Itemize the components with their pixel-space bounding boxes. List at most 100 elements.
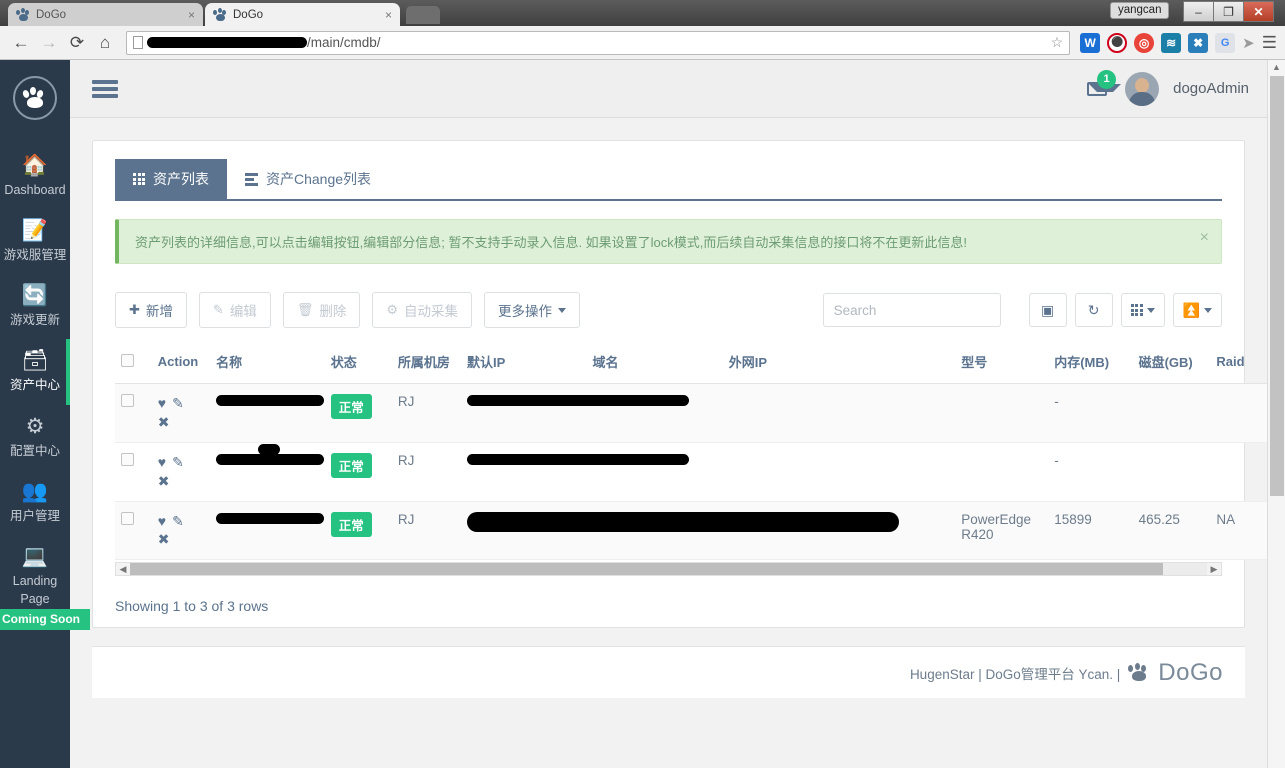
auto-collect-button[interactable]: ⚙ 自动采集	[372, 292, 472, 328]
button-label: 编辑	[229, 304, 257, 319]
delete-icon[interactable]: ✖	[158, 531, 170, 547]
window-user-label[interactable]: yangcan	[1110, 2, 1170, 19]
sidebar-item-config-center[interactable]: ⚙ 配置中心	[0, 405, 70, 470]
users-icon: 👥	[21, 479, 49, 503]
home-icon[interactable]: ⌂	[92, 30, 118, 56]
scroll-thumb[interactable]	[130, 563, 1163, 576]
close-icon[interactable]: ×	[188, 8, 195, 22]
col-memory[interactable]: 内存(MB)	[1048, 348, 1133, 384]
more-actions-button[interactable]: 更多操作	[483, 292, 580, 328]
weibo-extension-icon[interactable]: ◎	[1134, 32, 1155, 53]
col-room[interactable]: 所属机房	[391, 348, 462, 384]
minimize-button[interactable]: –	[1183, 1, 1214, 22]
address-bar[interactable]: /main/cmdb/ ☆	[126, 30, 1071, 55]
cell-name	[210, 501, 325, 561]
select-all-checkbox[interactable]	[121, 353, 134, 367]
columns-icon[interactable]	[1120, 293, 1165, 327]
scroll-left-arrow-icon[interactable]: ◀	[116, 564, 130, 575]
add-button[interactable]: ✚ 新增	[115, 292, 187, 328]
sidebar-item-game-update[interactable]: 🔄 游戏更新	[0, 274, 70, 339]
refresh-icon[interactable]: ↻	[1074, 293, 1113, 327]
tab-asset-change-list[interactable]: 资产Change列表	[227, 159, 389, 199]
top-bar: 1 dogoAdmin	[70, 60, 1267, 118]
forward-icon[interactable]: →	[36, 30, 62, 56]
word-extension-icon[interactable]: W	[1080, 32, 1101, 53]
menu-toggle-icon[interactable]	[92, 77, 118, 101]
maximize-button[interactable]: ❐	[1213, 1, 1244, 22]
col-domain[interactable]: 域名	[586, 348, 723, 384]
sidebar-item-game-server[interactable]: 📝 游戏服管理	[0, 209, 70, 274]
scroll-right-arrow-icon[interactable]: ▶	[1207, 564, 1221, 575]
reload-icon[interactable]: ⟳	[64, 30, 90, 56]
footer-brand: DoGo	[1158, 658, 1223, 686]
cell-memory: 15899	[1048, 501, 1133, 561]
sidebar-item-user-management[interactable]: 👥 用户管理	[0, 470, 70, 535]
url-path: /main/cmdb/	[307, 35, 381, 50]
edit-icon[interactable]: ✎	[172, 512, 184, 531]
browser-tab-2[interactable]: DoGo ×	[205, 3, 400, 26]
col-model[interactable]: 型号	[955, 348, 1049, 384]
edit-icon[interactable]: ✎	[172, 394, 184, 413]
col-default-ip[interactable]: 默认IP	[461, 348, 587, 384]
cell-name	[210, 442, 325, 502]
col-name[interactable]: 名称	[210, 348, 325, 384]
close-icon[interactable]: ×	[1200, 229, 1209, 247]
new-tab-button[interactable]	[406, 6, 440, 24]
close-icon[interactable]: ×	[385, 8, 392, 22]
search-input[interactable]	[822, 293, 1001, 327]
avatar[interactable]	[1125, 71, 1160, 106]
close-window-button[interactable]: ✕	[1243, 1, 1274, 22]
extension-toolbar: W ⚫ ◎ ≋ ✖ G ➤ ☰	[1080, 32, 1277, 53]
browser-menu-icon[interactable]: ☰	[1262, 33, 1277, 53]
delete-icon[interactable]: ✖	[158, 414, 170, 430]
back-icon[interactable]: ←	[8, 30, 34, 56]
sidebar-item-dashboard[interactable]: 🏠 Dashboard	[0, 144, 70, 209]
database-icon: 🗃	[21, 349, 49, 373]
table-row[interactable]: ♥ ✎ ✖ 正常 RJ PowerEdge R420 15899 465.25 …	[115, 501, 1285, 561]
brand-logo[interactable]	[13, 76, 57, 120]
row-actions: ♥ ✎ ✖	[151, 442, 211, 502]
export-icon[interactable]: ⏫	[1172, 293, 1222, 327]
edit-icon[interactable]: ✎	[172, 453, 184, 472]
browser-tab-1[interactable]: DoGo ×	[8, 3, 203, 26]
table-icon-buttons: ▣ ↻ ⏫	[1021, 293, 1222, 327]
favorite-icon[interactable]: ♥	[158, 453, 166, 472]
row-checkbox[interactable]	[121, 394, 134, 407]
scroll-up-arrow-icon[interactable]: ▲	[1268, 60, 1285, 72]
favorite-icon[interactable]: ♥	[158, 512, 166, 531]
page-scrollbar[interactable]: ▲	[1267, 60, 1285, 768]
edit-button[interactable]: ✎ 编辑	[198, 292, 271, 328]
favorite-icon[interactable]: ♥	[158, 394, 166, 413]
sidebar-item-label: 配置中心	[9, 443, 60, 458]
sidebar-item-asset-center[interactable]: 🗃 资产中心	[0, 339, 70, 405]
cursor-icon[interactable]: ➤	[1242, 34, 1255, 52]
window-controls: – ❐ ✕	[1183, 1, 1274, 22]
fullscreen-toggle-icon[interactable]: ▣	[1028, 293, 1067, 327]
username-label[interactable]: dogoAdmin	[1173, 80, 1249, 97]
google-translate-icon[interactable]: G	[1215, 32, 1236, 53]
x-extension-icon[interactable]: ✖	[1188, 32, 1209, 53]
col-status[interactable]: 状态	[324, 348, 392, 384]
bookmark-star-icon[interactable]: ☆	[1051, 34, 1064, 51]
page-info-icon	[133, 36, 143, 49]
scroll-track[interactable]	[130, 563, 1207, 576]
table-row[interactable]: ♥ ✎ ✖ 正常 RJ -	[115, 442, 1285, 502]
blue-extension-icon[interactable]: ≋	[1161, 32, 1182, 53]
delete-button[interactable]: 🗑 删除	[282, 292, 361, 328]
cell-disk	[1132, 383, 1211, 443]
col-disk[interactable]: 磁盘(GB)	[1132, 348, 1211, 384]
messages-button[interactable]: 1	[1083, 69, 1122, 103]
tab-asset-list[interactable]: 资产列表	[115, 159, 227, 199]
stop-extension-icon[interactable]: ⚫	[1107, 32, 1128, 53]
table-horizontal-scrollbar[interactable]: ◀ ▶	[115, 562, 1222, 577]
row-checkbox[interactable]	[121, 511, 134, 525]
caret-down-icon	[557, 307, 566, 313]
row-checkbox[interactable]	[121, 452, 134, 466]
sidebar-item-landing-page[interactable]: 💻 Landing Page Coming Soon	[0, 535, 90, 630]
col-public-ip[interactable]: 外网IP	[722, 348, 956, 384]
table-row[interactable]: ♥ ✎ ✖ 正常 RJ -	[115, 383, 1285, 443]
page-body: 资产列表 资产Change列表 资产列表的详细信息,可以点击编辑按钮,编辑部分信…	[70, 118, 1285, 768]
delete-icon[interactable]: ✖	[158, 473, 170, 489]
col-raid-1[interactable]: Raid	[1210, 348, 1261, 384]
page-scroll-thumb[interactable]	[1270, 76, 1284, 496]
